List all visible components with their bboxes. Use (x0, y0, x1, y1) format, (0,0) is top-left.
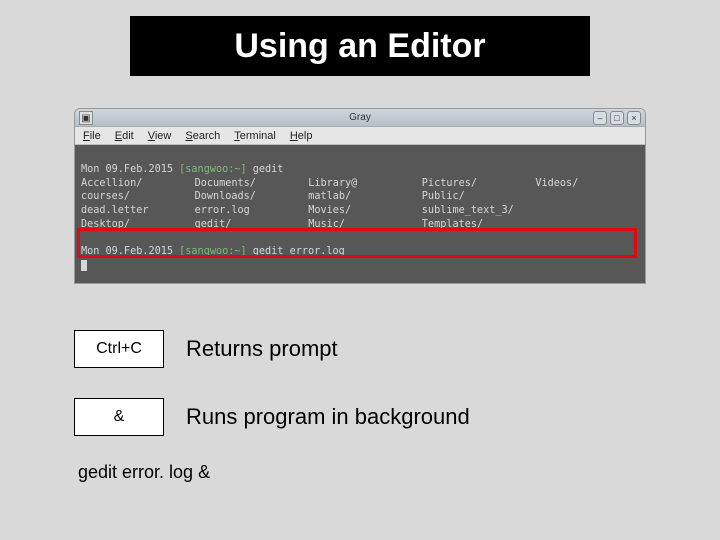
menu-file[interactable]: File (83, 130, 101, 142)
ls-output: Accellion/Documents/Library@Pictures/Vid… (81, 177, 639, 232)
window-app-icon: ▣ (79, 111, 93, 125)
minimize-button[interactable]: – (593, 111, 607, 125)
slide-title: Using an Editor (130, 16, 590, 76)
menu-edit[interactable]: Edit (115, 130, 134, 142)
window-menubar: File Edit View Search Terminal Help (75, 127, 645, 145)
window-title: Gray (349, 112, 371, 123)
window-titlebar: ▣ Gray – □ × (75, 109, 645, 127)
close-button[interactable]: × (627, 111, 641, 125)
terminal-window: ▣ Gray – □ × File Edit View Search Termi… (74, 108, 646, 284)
desc-ctrl-c: Returns prompt (186, 336, 338, 362)
terminal-cursor (81, 260, 87, 271)
desc-ampersand: Runs program in background (186, 404, 470, 430)
menu-help[interactable]: Help (290, 130, 313, 142)
menu-search[interactable]: Search (185, 130, 220, 142)
maximize-button[interactable]: □ (610, 111, 624, 125)
prompt-line-2: Mon 09.Feb.2015 [sangwoo:~] gedit error.… (81, 246, 345, 257)
key-ctrl-c: Ctrl+C (74, 330, 164, 368)
example-command: gedit error. log & (78, 462, 210, 483)
key-row-ctrl-c: Ctrl+C Returns prompt (74, 330, 338, 368)
menu-view[interactable]: View (148, 130, 172, 142)
menu-terminal[interactable]: Terminal (234, 130, 276, 142)
terminal-body[interactable]: Mon 09.Feb.2015 [sangwoo:~] gedit Accell… (75, 145, 645, 283)
key-ampersand: & (74, 398, 164, 436)
key-row-ampersand: & Runs program in background (74, 398, 470, 436)
prompt-line-1: Mon 09.Feb.2015 [sangwoo:~] gedit (81, 164, 283, 175)
